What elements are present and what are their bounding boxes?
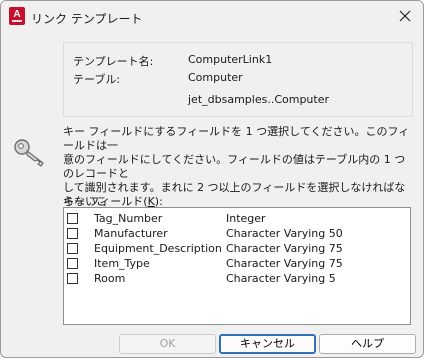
field-name: Equipment_Description [94, 242, 222, 255]
autocad-app-icon: A [9, 7, 25, 25]
list-item[interactable]: Equipment_Description Character Varying … [64, 241, 404, 256]
list-item[interactable]: Room Character Varying 5 [64, 271, 404, 286]
help-button[interactable]: ヘルプ [319, 334, 416, 354]
cancel-button[interactable]: キャンセル [219, 334, 316, 354]
window-title: リンク テンプレート [31, 12, 143, 26]
template-name-value: ComputerLink1 [188, 53, 273, 66]
field-type: Character Varying 50 [226, 227, 343, 240]
checkbox[interactable] [67, 273, 78, 284]
table-label: テーブル: [73, 73, 121, 86]
template-name-label: テンプレート名: [73, 55, 154, 68]
field-name: Tag_Number [94, 212, 163, 225]
checkbox[interactable] [67, 213, 78, 224]
checkbox[interactable] [67, 228, 78, 239]
key-fields-list[interactable]: Tag_Number Integer Manufacturer Characte… [63, 207, 411, 325]
template-info-box: テンプレート名: ComputerLink1 テーブル: Computer je… [63, 42, 413, 117]
list-item[interactable]: Tag_Number Integer [64, 211, 404, 226]
list-item[interactable]: Manufacturer Character Varying 50 [64, 226, 404, 241]
key-icon [14, 139, 44, 167]
ok-button[interactable]: OK [119, 334, 216, 354]
table-path: jet_dbsamples..Computer [188, 93, 330, 106]
checkbox[interactable] [67, 243, 78, 254]
field-name: Item_Type [94, 257, 150, 270]
field-name: Manufacturer [94, 227, 168, 240]
list-item[interactable]: Item_Type Character Varying 75 [64, 256, 404, 271]
checkbox[interactable] [67, 258, 78, 269]
field-type: Character Varying 75 [226, 257, 343, 270]
field-type: Integer [226, 212, 266, 225]
table-value: Computer [188, 71, 243, 84]
field-type: Character Varying 75 [226, 242, 343, 255]
link-template-dialog: A リンク テンプレート テンプレート名: ComputerLink1 テーブル… [0, 0, 424, 358]
field-type: Character Varying 5 [226, 272, 336, 285]
close-button[interactable] [391, 4, 419, 28]
list-scrollbar[interactable] [402, 208, 410, 324]
svg-text:A: A [13, 9, 20, 20]
field-name: Room [94, 272, 126, 285]
title-bar: A リンク テンプレート [1, 1, 423, 32]
close-icon [399, 10, 411, 22]
